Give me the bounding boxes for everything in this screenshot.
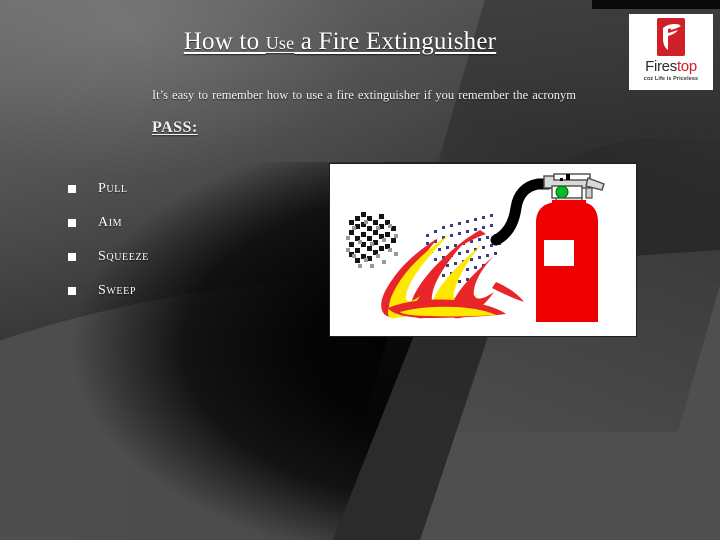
firestop-logo: Firestop coz Life is Priceless [629, 14, 713, 90]
square-bullet-icon [68, 253, 76, 261]
square-bullet-icon [68, 185, 76, 193]
slide-body-paragraph: It’s easy to remember how to use a fire … [152, 82, 576, 145]
bullet-label-squeeze: Squeeze [98, 249, 149, 264]
logo-word-dark: Fires [645, 58, 677, 75]
list-item: Squeeze [62, 240, 312, 274]
slide-title: How to Use a Fire Extinguisher [90, 28, 590, 56]
body-intro-text: It’s easy to remember how to use a fire … [152, 88, 576, 102]
firestop-flame-f-icon [657, 18, 685, 56]
extinguisher-label-icon [544, 240, 574, 266]
pass-bullet-list: Pull Aim Squeeze Sweep [62, 172, 312, 308]
extinguisher-cylinder-icon [536, 200, 598, 322]
flame-f-glyph [663, 24, 681, 50]
list-item: Sweep [62, 274, 312, 308]
logo-word-red: top [676, 58, 697, 75]
fire-extinguisher-illustration [330, 164, 636, 336]
title-part-use: Use [265, 33, 295, 53]
firestop-wordmark: Firestop [645, 59, 697, 74]
square-bullet-icon [68, 219, 76, 227]
bullet-label-sweep: Sweep [98, 283, 137, 298]
bullet-label-pull: Pull [98, 181, 128, 196]
firestop-tagline: coz Life is Priceless [643, 76, 699, 82]
acronym-pass: PASS: [152, 118, 198, 136]
bullet-label-aim: Aim [98, 215, 123, 230]
title-part-rest: a Fire Extinguisher [294, 28, 497, 55]
title-part-how-to: How to [183, 28, 266, 55]
list-item: Aim [62, 206, 312, 240]
slide-canvas: How to Use a Fire Extinguisher It’s easy… [0, 0, 720, 540]
slide-content: How to Use a Fire Extinguisher It’s easy… [0, 0, 720, 540]
square-bullet-icon [68, 287, 76, 295]
fire-extinguisher-image [330, 164, 636, 336]
list-item: Pull [62, 172, 312, 206]
